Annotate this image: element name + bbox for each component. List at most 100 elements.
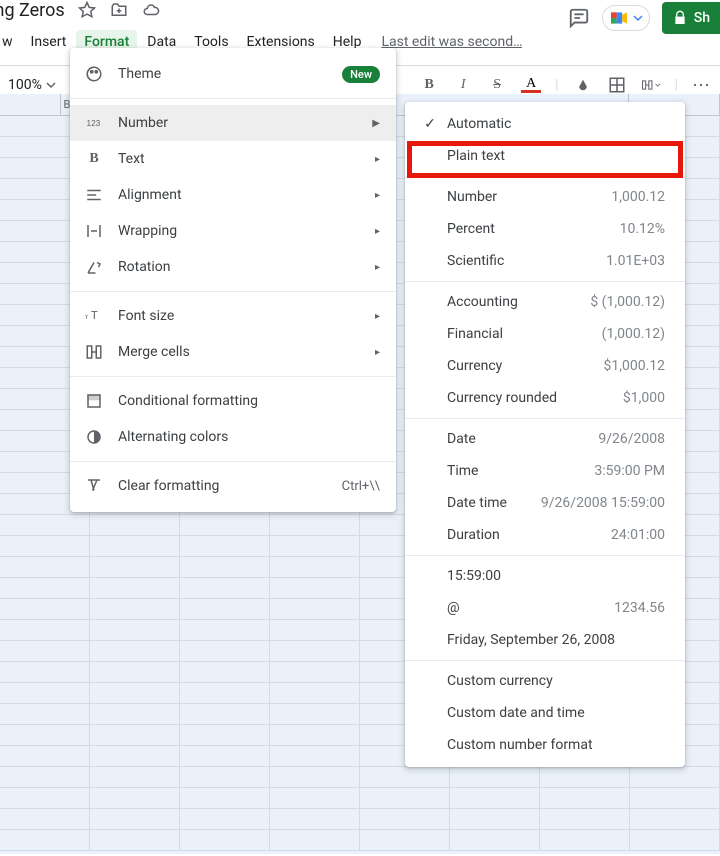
grid-cell[interactable] [0, 683, 90, 703]
grid-cell[interactable] [450, 788, 540, 808]
grid-cell[interactable] [180, 599, 270, 619]
grid-cell[interactable] [540, 809, 630, 829]
grid-cell[interactable] [0, 788, 90, 808]
borders-button[interactable] [607, 75, 627, 95]
grid-cell[interactable] [180, 662, 270, 682]
grid-cell[interactable] [540, 767, 630, 787]
grid-cell[interactable] [270, 662, 360, 682]
menu-view[interactable]: w [0, 30, 21, 54]
col-header[interactable] [0, 94, 61, 116]
grid-cell[interactable] [180, 683, 270, 703]
fmt-date[interactable]: Date9/26/2008 [405, 423, 685, 455]
grid-cell[interactable] [90, 746, 180, 766]
fmt-custom-number[interactable]: Custom number format [405, 729, 685, 761]
grid-cell[interactable] [180, 746, 270, 766]
grid-cell[interactable] [630, 809, 720, 829]
grid-cell[interactable] [360, 788, 450, 808]
fill-color-button[interactable] [573, 75, 593, 95]
grid-cell[interactable] [0, 746, 90, 766]
fmt-financial[interactable]: Financial(1,000.12) [405, 318, 685, 350]
grid-cell[interactable] [180, 809, 270, 829]
grid-cell[interactable] [630, 830, 720, 850]
grid-cell[interactable] [90, 662, 180, 682]
menu-merge[interactable]: Merge cells ▸ [70, 334, 396, 370]
grid-cell[interactable] [0, 662, 90, 682]
grid-cell[interactable] [270, 746, 360, 766]
grid-cell[interactable] [270, 704, 360, 724]
grid-cell[interactable] [90, 515, 180, 535]
grid-cell[interactable] [90, 788, 180, 808]
grid-cell[interactable] [540, 830, 630, 850]
menu-alignment[interactable]: Alignment ▸ [70, 177, 396, 213]
grid-cell[interactable] [270, 725, 360, 745]
fmt-time[interactable]: Time3:59:00 PM [405, 455, 685, 487]
fmt-example-2[interactable]: @1234.56 [405, 592, 685, 624]
fmt-accounting[interactable]: Accounting$ (1,000.12) [405, 286, 685, 318]
grid-cell[interactable] [450, 809, 540, 829]
grid-cell[interactable] [0, 767, 90, 787]
grid-cell[interactable] [0, 599, 90, 619]
grid-row[interactable] [0, 767, 720, 788]
menu-wrapping[interactable]: Wrapping ▸ [70, 213, 396, 249]
grid-cell[interactable] [180, 767, 270, 787]
grid-cell[interactable] [270, 620, 360, 640]
fmt-plaintext[interactable]: Plain text [405, 140, 685, 172]
fmt-duration[interactable]: Duration24:01:00 [405, 519, 685, 551]
grid-cell[interactable] [90, 536, 180, 556]
grid-cell[interactable] [0, 620, 90, 640]
grid-cell[interactable] [270, 599, 360, 619]
grid-cell[interactable] [0, 557, 90, 577]
grid-cell[interactable] [180, 620, 270, 640]
fmt-datetime[interactable]: Date time9/26/2008 15:59:00 [405, 487, 685, 519]
grid-cell[interactable] [0, 515, 90, 535]
grid-cell[interactable] [180, 536, 270, 556]
grid-cell[interactable] [90, 578, 180, 598]
grid-cell[interactable] [270, 809, 360, 829]
grid-cell[interactable] [270, 536, 360, 556]
grid-cell[interactable] [630, 767, 720, 787]
grid-cell[interactable] [90, 725, 180, 745]
grid-cell[interactable] [270, 767, 360, 787]
grid-cell[interactable] [360, 830, 450, 850]
grid-row[interactable] [0, 788, 720, 809]
grid-cell[interactable] [270, 578, 360, 598]
zoom-select[interactable]: 100% [8, 77, 56, 93]
grid-cell[interactable] [180, 725, 270, 745]
fmt-scientific[interactable]: Scientific1.01E+03 [405, 245, 685, 277]
menu-theme[interactable]: Theme New [70, 56, 396, 92]
grid-cell[interactable] [90, 809, 180, 829]
grid-cell[interactable] [180, 704, 270, 724]
grid-cell[interactable] [270, 641, 360, 661]
menu-number[interactable]: 123 Number ▶ [70, 105, 396, 141]
grid-cell[interactable] [270, 557, 360, 577]
grid-cell[interactable] [0, 704, 90, 724]
fmt-currency-rounded[interactable]: Currency rounded$1,000 [405, 382, 685, 414]
fmt-number[interactable]: Number1,000.12 [405, 181, 685, 213]
document-title[interactable]: ding Zeros [0, 0, 65, 21]
grid-cell[interactable] [90, 683, 180, 703]
fmt-example-1[interactable]: 15:59:00 [405, 560, 685, 592]
grid-cell[interactable] [270, 683, 360, 703]
grid-cell[interactable] [270, 788, 360, 808]
grid-cell[interactable] [450, 767, 540, 787]
grid-cell[interactable] [360, 809, 450, 829]
menu-clear[interactable]: Clear formatting Ctrl+\\ [70, 468, 396, 504]
grid-row[interactable] [0, 830, 720, 851]
grid-cell[interactable] [0, 536, 90, 556]
grid-cell[interactable] [180, 515, 270, 535]
menu-altcolors[interactable]: Alternating colors [70, 419, 396, 455]
star-icon[interactable] [77, 0, 97, 20]
more-button[interactable]: ⋯ [692, 75, 712, 95]
fmt-currency[interactable]: Currency$1,000.12 [405, 350, 685, 382]
grid-cell[interactable] [540, 788, 630, 808]
grid-cell[interactable] [90, 599, 180, 619]
bold-button[interactable]: B [419, 75, 439, 95]
merge-button[interactable] [641, 75, 661, 95]
grid-cell[interactable] [270, 515, 360, 535]
grid-cell[interactable] [450, 830, 540, 850]
fmt-custom-datetime[interactable]: Custom date and time [405, 697, 685, 729]
grid-cell[interactable] [0, 578, 90, 598]
grid-row[interactable] [0, 809, 720, 830]
fmt-example-3[interactable]: Friday, September 26, 2008 [405, 624, 685, 656]
grid-cell[interactable] [90, 704, 180, 724]
